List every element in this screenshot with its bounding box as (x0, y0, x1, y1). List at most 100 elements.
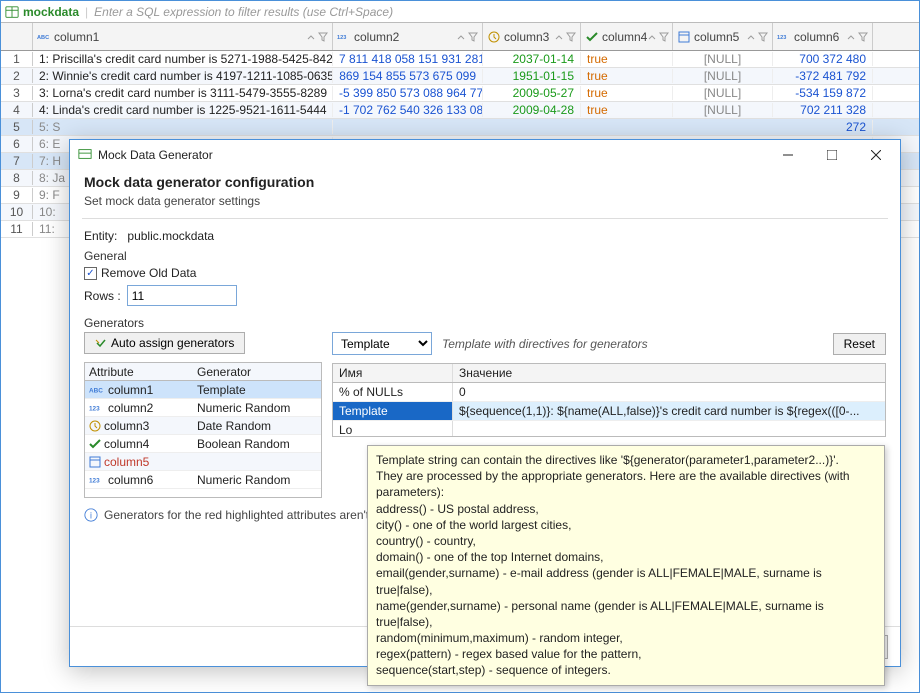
type-icon: 123 (777, 30, 791, 44)
gen-col-header: Generator (193, 365, 321, 379)
column-header-column6[interactable]: 123column6 (773, 23, 873, 50)
rownum: 11 (1, 222, 33, 236)
param-row[interactable]: Lo (333, 421, 885, 437)
column-header-column5[interactable]: column5 (673, 23, 773, 50)
table-row[interactable]: 55: S272 (1, 119, 919, 136)
generator-type-select[interactable]: Template (332, 332, 432, 355)
sort-icon[interactable] (456, 32, 466, 42)
remove-old-data-checkbox[interactable]: Remove Old Data (84, 266, 886, 280)
table-row[interactable]: 33: Lorna's credit card number is 3111-5… (1, 85, 919, 102)
close-button[interactable] (854, 141, 898, 169)
sort-icon[interactable] (306, 32, 316, 42)
cell-column4[interactable]: true (581, 52, 673, 66)
filter-icon[interactable] (659, 32, 669, 42)
cell-column5[interactable]: [NULL] (673, 103, 773, 117)
table-row[interactable]: 11: Priscilla's credit card number is 52… (1, 51, 919, 68)
cell-column4[interactable]: true (581, 103, 673, 117)
column-header-column2[interactable]: 123column2 (333, 23, 483, 50)
column-header-column1[interactable]: ABCcolumn1 (33, 23, 333, 50)
rows-label: Rows : (84, 289, 121, 303)
entity-row: Entity: public.mockdata (84, 229, 886, 243)
dialog-title: Mock Data Generator (98, 148, 213, 162)
cell-column3[interactable]: 2037-01-14 (483, 52, 581, 66)
sort-icon[interactable] (846, 32, 856, 42)
cell-column1[interactable]: 2: Winnie's credit card number is 4197-1… (33, 69, 333, 83)
generator-row[interactable]: 123column6Numeric Random (85, 471, 321, 489)
generator-row[interactable]: column4Boolean Random (85, 435, 321, 453)
cell-column3[interactable]: 2009-05-27 (483, 86, 581, 100)
cell-column6[interactable]: 702 211 328 (773, 103, 873, 117)
dialog-titlebar[interactable]: Mock Data Generator (70, 140, 900, 170)
cell-column4[interactable]: true (581, 69, 673, 83)
divider: | (85, 5, 88, 19)
rownum: 9 (1, 188, 33, 202)
rownum: 7 (1, 154, 33, 168)
kv-name-header: Имя (333, 364, 453, 382)
rows-input[interactable] (127, 285, 237, 306)
filter-icon[interactable] (566, 32, 576, 42)
sort-icon[interactable] (647, 32, 657, 42)
generator-type-desc: Template with directives for generators (442, 337, 823, 351)
svg-text:123: 123 (89, 477, 100, 484)
cell-column6[interactable]: 272 (773, 120, 873, 134)
cell-column2[interactable]: 869 154 855 573 675 099 (333, 69, 483, 83)
cell-column2[interactable]: 7 811 418 058 151 931 281 (333, 52, 483, 66)
column-header-column3[interactable]: column3 (483, 23, 581, 50)
param-row[interactable]: Template${sequence(1,1)}: ${name(ALL,fal… (333, 402, 885, 421)
cell-column3[interactable]: 1951-01-15 (483, 69, 581, 83)
cell-column2[interactable]: -5 399 850 573 088 964 770 (333, 86, 483, 100)
filter-icon[interactable] (468, 32, 478, 42)
filter-icon[interactable] (858, 32, 868, 42)
table-row[interactable]: 22: Winnie's credit card number is 4197-… (1, 68, 919, 85)
cell-column6[interactable]: 700 372 480 (773, 52, 873, 66)
attr-col-header: Attribute (85, 365, 193, 379)
table-icon (5, 5, 19, 19)
rownum: 10 (1, 205, 33, 219)
svg-text:ABC: ABC (37, 35, 49, 41)
cell-column5[interactable]: [NULL] (673, 86, 773, 100)
tab-name[interactable]: mockdata (23, 5, 79, 19)
sort-icon[interactable] (746, 32, 756, 42)
type-icon (585, 30, 599, 44)
reset-button[interactable]: Reset (833, 333, 886, 355)
column-header-column4[interactable]: column4 (581, 23, 673, 50)
rownum: 6 (1, 137, 33, 151)
dialog-heading: Mock data generator configuration (84, 174, 886, 190)
rownum-header (1, 23, 33, 50)
generator-row[interactable]: ABCcolumn1Template (85, 381, 321, 399)
note-text: Generators for the red highlighted attri… (104, 508, 382, 522)
filter-placeholder[interactable]: Enter a SQL expression to filter results… (94, 5, 393, 19)
cell-column5[interactable]: [NULL] (673, 52, 773, 66)
generators-grid: Attribute Generator ABCcolumn1Template12… (84, 362, 322, 498)
cell-column4[interactable]: true (581, 86, 673, 100)
cell-column1[interactable]: 1: Priscilla's credit card number is 527… (33, 52, 333, 66)
rownum: 1 (1, 52, 33, 66)
entity-label: Entity: (84, 229, 117, 243)
rownum: 3 (1, 86, 33, 100)
cell-column2[interactable]: -1 702 762 540 326 133 085 (333, 103, 483, 117)
generator-row[interactable]: column5 (85, 453, 321, 471)
cell-column1[interactable]: 5: S (33, 120, 333, 134)
auto-assign-label: Auto assign generators (111, 336, 234, 350)
grid-header: ABCcolumn1123column2column3column4column… (1, 23, 919, 51)
filter-icon[interactable] (318, 32, 328, 42)
sort-icon[interactable] (554, 32, 564, 42)
cell-column1[interactable]: 4: Linda's credit card number is 1225-95… (33, 103, 333, 117)
cell-column5[interactable]: [NULL] (673, 69, 773, 83)
generator-row[interactable]: 123column2Numeric Random (85, 399, 321, 417)
maximize-button[interactable] (810, 141, 854, 169)
remove-old-label: Remove Old Data (101, 266, 196, 280)
minimize-button[interactable] (766, 141, 810, 169)
cell-column6[interactable]: -372 481 792 (773, 69, 873, 83)
cell-column6[interactable]: -534 159 872 (773, 86, 873, 100)
filter-icon[interactable] (758, 32, 768, 42)
generator-row[interactable]: column3Date Random (85, 417, 321, 435)
param-row[interactable]: % of NULLs0 (333, 383, 885, 402)
cell-column3[interactable]: 2009-04-28 (483, 103, 581, 117)
type-icon: ABC (37, 30, 51, 44)
checkbox-icon[interactable] (84, 267, 97, 280)
auto-assign-button[interactable]: Auto assign generators (84, 332, 245, 354)
type-icon (677, 30, 691, 44)
table-row[interactable]: 44: Linda's credit card number is 1225-9… (1, 102, 919, 119)
cell-column1[interactable]: 3: Lorna's credit card number is 3111-54… (33, 86, 333, 100)
